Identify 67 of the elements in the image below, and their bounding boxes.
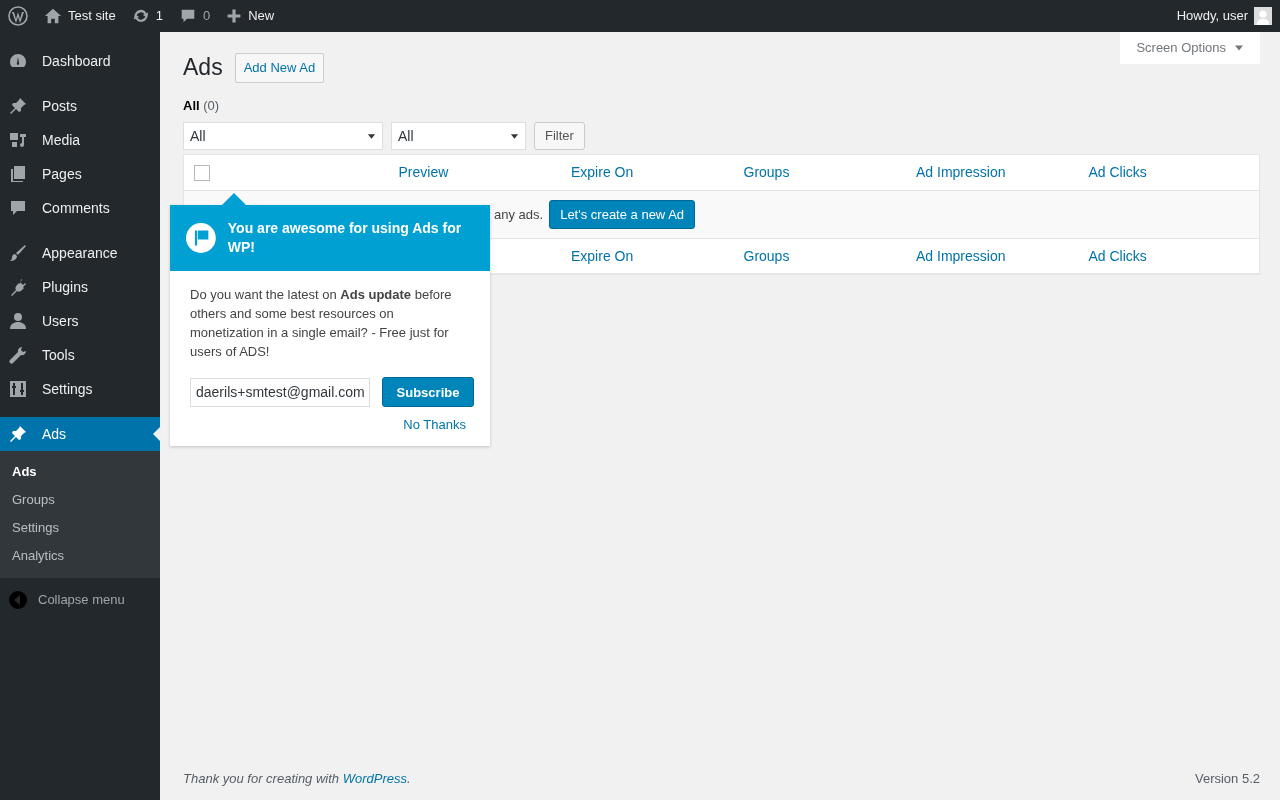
home-icon	[44, 7, 62, 25]
email-field[interactable]: daerils+smtest@gmail.com	[190, 377, 370, 407]
popup-message: Do you want the latest on Ads update before others and some best resources on monetization in a single email? - Free just for users of ADS!	[190, 286, 453, 361]
sliders-icon	[8, 379, 28, 399]
view-filter-link[interactable]: All (0)	[183, 95, 220, 115]
comments-link[interactable]: 0	[178, 6, 211, 26]
column-header-link[interactable]: Ad Impression	[914, 164, 1006, 180]
add-new-ad-button[interactable]: Add New Ad	[234, 53, 325, 83]
sidebar-item[interactable]: Pages	[0, 157, 160, 191]
plus-icon	[226, 8, 243, 24]
sidebar-item[interactable]: Users	[0, 304, 160, 338]
pushpin-icon	[8, 96, 28, 116]
create-ad-button[interactable]: Let's create a new Ad	[549, 199, 696, 230]
collapse-icon	[8, 590, 28, 610]
popup-title: You are awesome for using Ads for WP!	[227, 219, 463, 257]
pages-icon	[8, 164, 28, 184]
user-icon	[8, 311, 28, 331]
pushpin-icon	[8, 424, 28, 444]
sidebar-item[interactable]: Dashboard	[0, 44, 160, 78]
no-thanks-link[interactable]: No Thanks	[403, 417, 466, 432]
current-item-pointer	[153, 427, 160, 441]
version-text: Version 5.2	[1194, 769, 1260, 788]
sidebar-item[interactable]: Settings	[0, 372, 160, 406]
submenu-item[interactable]: Groups	[0, 486, 160, 514]
column-header-link[interactable]: Ad Clicks	[1086, 164, 1147, 180]
site-link[interactable]: Test site	[44, 6, 116, 26]
refresh-icon	[131, 7, 150, 25]
wordpress-link[interactable]: WordPress	[342, 770, 407, 786]
column-header-link[interactable]: Ad Clicks	[1086, 247, 1147, 264]
column-header-link[interactable]: Expire On	[569, 247, 634, 264]
column-header-link[interactable]: Preview	[396, 164, 449, 180]
speech-bubble-icon	[8, 198, 28, 218]
sidebar-item[interactable]: Media	[0, 123, 160, 157]
caret-icon	[367, 131, 376, 141]
updates-link[interactable]: 1	[131, 6, 163, 26]
sidebar-item[interactable]: Tools	[0, 338, 160, 372]
wrench-icon	[8, 345, 28, 365]
select-all-checkbox[interactable]	[194, 164, 210, 181]
filter-button[interactable]: Filter	[534, 122, 585, 150]
sidebar-item[interactable]: Posts	[0, 89, 160, 123]
submenu-item[interactable]: Analytics	[0, 542, 160, 570]
empty-message: any ads.	[494, 205, 544, 224]
subscribe-button[interactable]: Subscribe	[382, 377, 474, 407]
screen-options-button[interactable]: Screen Options	[1120, 32, 1260, 64]
sidebar-item[interactable]: Appearance	[0, 236, 160, 270]
wordpress-logo-icon[interactable]	[8, 6, 28, 26]
submenu-item[interactable]: Ads	[0, 458, 160, 486]
sidebar-item[interactable]: Plugins	[0, 270, 160, 304]
new-link[interactable]: New	[226, 6, 275, 26]
filter-dropdown[interactable]: All	[183, 122, 383, 150]
column-header-link[interactable]: Ad Impression	[914, 247, 1006, 264]
flag-icon	[186, 222, 216, 254]
column-header-link[interactable]: Groups	[741, 164, 790, 180]
collapse-menu-link[interactable]: Collapse menu	[0, 584, 160, 616]
page-title: Ads	[183, 53, 223, 82]
column-header-link[interactable]: Groups	[741, 247, 790, 264]
submenu-item[interactable]: Settings	[0, 514, 160, 542]
media-icon	[8, 130, 28, 150]
brush-icon	[8, 243, 28, 263]
column-header-link[interactable]: Expire On	[569, 164, 634, 180]
footer-thanks: Thank you for creating with WordPress.	[183, 769, 411, 788]
sidebar-item[interactable]: Ads	[0, 417, 160, 451]
sidebar-item[interactable]: Comments	[0, 191, 160, 225]
account-link[interactable]: Howdy, user	[1176, 6, 1272, 26]
caret-icon	[510, 131, 519, 141]
avatar-icon	[1254, 7, 1272, 25]
filter-dropdown[interactable]: All	[391, 122, 526, 150]
